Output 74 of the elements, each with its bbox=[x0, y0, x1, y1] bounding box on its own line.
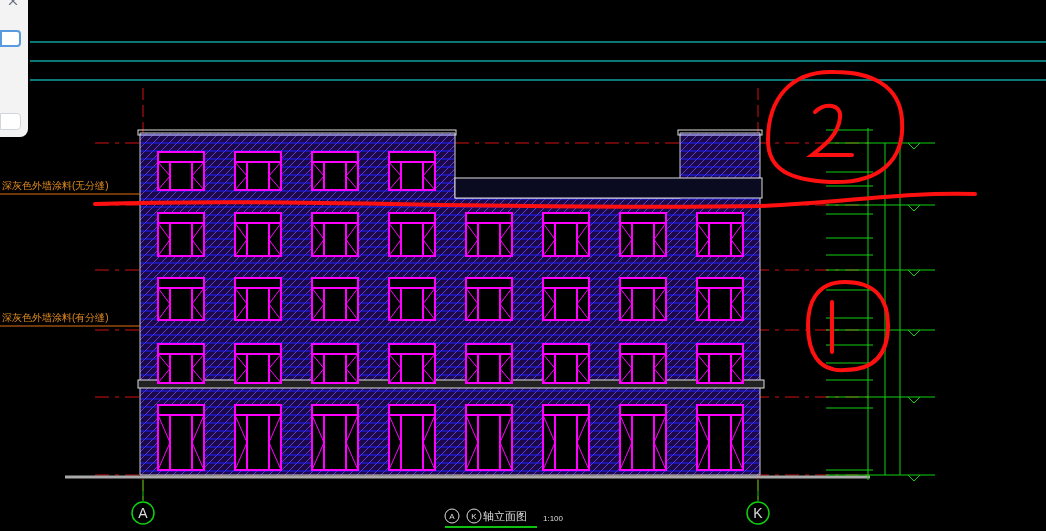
window-drawing bbox=[542, 404, 590, 471]
dimension-tick bbox=[825, 171, 874, 173]
title-axis-bubble bbox=[466, 508, 482, 524]
input-field[interactable] bbox=[0, 113, 21, 130]
window-drawing bbox=[542, 212, 590, 257]
window-drawing bbox=[234, 151, 282, 191]
axis-bubble bbox=[131, 501, 155, 525]
window-drawing bbox=[619, 212, 667, 257]
dimension-tick bbox=[825, 379, 874, 381]
window-drawing bbox=[542, 343, 590, 384]
level-marker-icon bbox=[907, 329, 921, 337]
dimension-tick bbox=[825, 269, 874, 271]
window-drawing bbox=[311, 343, 359, 384]
window-drawing bbox=[157, 212, 205, 257]
window-drawing bbox=[619, 277, 667, 321]
dimension-tick bbox=[825, 344, 874, 346]
window-drawing bbox=[696, 404, 744, 471]
dimension-tick bbox=[825, 129, 874, 131]
window-drawing bbox=[388, 151, 436, 191]
window-drawing bbox=[696, 277, 744, 321]
window-drawing bbox=[465, 343, 513, 384]
window-drawing bbox=[157, 277, 205, 321]
window-drawing bbox=[311, 277, 359, 321]
axis-label: K bbox=[753, 505, 763, 521]
dimension-tick bbox=[825, 407, 874, 409]
material-label: 深灰色外墙涂料(有分缝) bbox=[2, 312, 109, 323]
window-drawing bbox=[388, 343, 436, 384]
dimension-tick bbox=[825, 204, 874, 206]
window-drawing bbox=[311, 212, 359, 257]
window-drawing bbox=[234, 277, 282, 321]
dimension-tick bbox=[825, 474, 874, 476]
title-axis-label: A bbox=[449, 512, 455, 521]
window-drawing bbox=[234, 404, 282, 471]
window-drawing bbox=[542, 277, 590, 321]
hand-drawn-mark bbox=[830, 300, 834, 354]
window-drawing bbox=[465, 404, 513, 471]
level-marker-icon bbox=[907, 142, 921, 150]
window-drawing bbox=[619, 404, 667, 471]
level-marker-icon bbox=[907, 204, 921, 212]
level-marker-icon bbox=[907, 269, 921, 277]
window-drawing bbox=[311, 404, 359, 471]
window-drawing bbox=[388, 404, 436, 471]
window-drawing bbox=[619, 343, 667, 384]
window-drawing bbox=[696, 343, 744, 384]
window-drawing bbox=[157, 404, 205, 471]
window-drawing bbox=[157, 343, 205, 384]
dimension-tick bbox=[825, 237, 874, 239]
drawing-title: 轴立面图 bbox=[483, 510, 527, 522]
dimension-tick bbox=[825, 185, 874, 187]
window-drawing bbox=[388, 212, 436, 257]
input-field[interactable] bbox=[0, 30, 21, 47]
axis-bubble bbox=[746, 501, 770, 525]
title-axis-label: K bbox=[471, 512, 477, 521]
window-drawing bbox=[311, 151, 359, 191]
dimension-tick bbox=[825, 317, 874, 319]
dimension-tick bbox=[825, 289, 874, 291]
material-label: 深灰色外墙涂料(无分缝) bbox=[2, 180, 109, 191]
title-axis-bubble bbox=[444, 508, 460, 524]
drawing-scale: 1:100 bbox=[543, 514, 564, 523]
level-marker-icon bbox=[907, 396, 921, 404]
dimension-tick bbox=[825, 329, 874, 331]
dimension-tick bbox=[825, 396, 874, 398]
axis-label: A bbox=[138, 505, 148, 521]
window-drawing bbox=[696, 212, 744, 257]
window-drawing bbox=[234, 212, 282, 257]
window-drawing bbox=[388, 277, 436, 321]
dimension-tick bbox=[825, 213, 874, 215]
dimension-tick bbox=[825, 254, 874, 256]
dimension-tick bbox=[825, 469, 874, 471]
window-drawing bbox=[465, 277, 513, 321]
window-drawing bbox=[465, 212, 513, 257]
level-marker-icon bbox=[907, 474, 921, 482]
window-drawing bbox=[157, 151, 205, 191]
window-drawing bbox=[234, 343, 282, 384]
